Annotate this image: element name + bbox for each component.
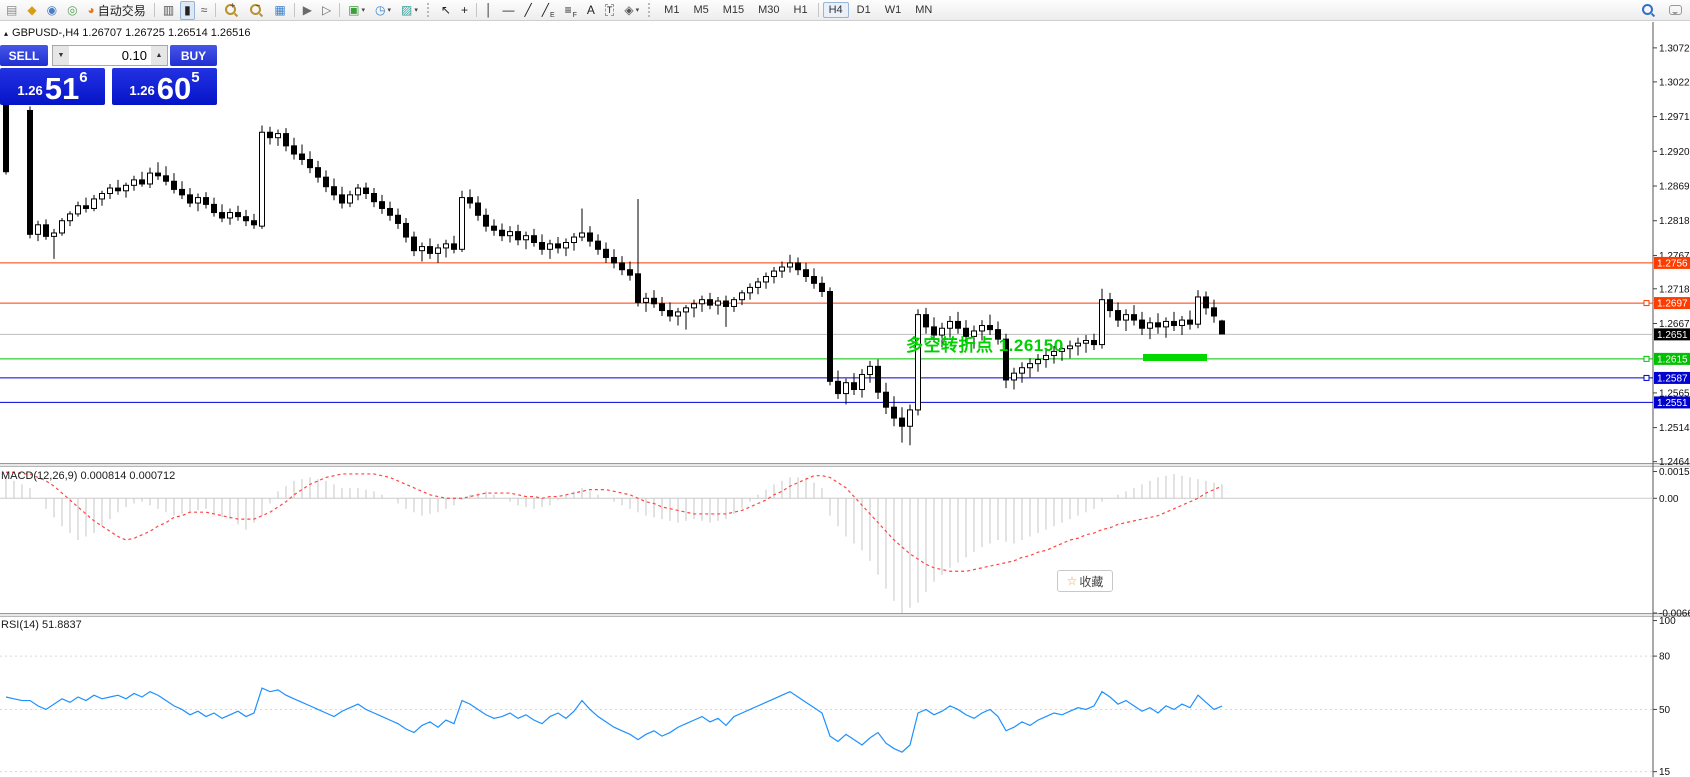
svg-text:1.2971: 1.2971 xyxy=(1659,112,1690,123)
svg-text:1.2818: 1.2818 xyxy=(1659,216,1690,227)
svg-text:80: 80 xyxy=(1659,652,1671,663)
svg-text:50: 50 xyxy=(1659,705,1671,716)
sell-price-big: 51 xyxy=(45,75,79,102)
sell-price-pip: 6 xyxy=(79,69,87,86)
sell-price-box[interactable]: 1.26516 xyxy=(0,68,105,105)
volume-stepper: ▼ ▲ xyxy=(52,45,168,66)
volume-decrease-button[interactable]: ▼ xyxy=(53,46,69,65)
one-click-trading-panel: SELL ▼ ▲ BUY 1.26516 1.26605 xyxy=(0,45,217,105)
svg-text:1.2514: 1.2514 xyxy=(1659,423,1690,434)
svg-text:1.3072: 1.3072 xyxy=(1659,43,1690,54)
volume-input[interactable] xyxy=(69,46,151,65)
rsi-label: RSI(14) 51.8837 xyxy=(1,619,82,631)
svg-text:1.2920: 1.2920 xyxy=(1659,147,1690,158)
buy-button[interactable]: BUY xyxy=(170,45,217,66)
sell-price-prefix: 1.26 xyxy=(17,83,42,98)
buy-price-box[interactable]: 1.26605 xyxy=(112,68,217,105)
svg-text:1.2551: 1.2551 xyxy=(1657,398,1688,409)
star-icon: ☆ xyxy=(1067,574,1078,588)
svg-text:15: 15 xyxy=(1659,767,1671,777)
svg-text:100: 100 xyxy=(1659,616,1676,627)
svg-text:1.2869: 1.2869 xyxy=(1659,182,1690,193)
buy-price-pip: 5 xyxy=(191,69,199,86)
svg-text:1.2718: 1.2718 xyxy=(1659,284,1690,295)
svg-text:1.2615: 1.2615 xyxy=(1657,354,1688,365)
svg-text:1.3022: 1.3022 xyxy=(1659,77,1690,88)
svg-text:1.2697: 1.2697 xyxy=(1657,299,1688,310)
svg-text:1.2756: 1.2756 xyxy=(1657,258,1688,269)
svg-text:1.2651: 1.2651 xyxy=(1657,330,1688,341)
mt4-window: ▤◆◉◎◕自动交易▥▮≈+−▦▶▷▣▾◷▾▨▾↖+│—╱╱E≡FAT◈▾M1M5… xyxy=(0,0,1690,777)
volume-increase-button[interactable]: ▲ xyxy=(151,46,167,65)
macd-label: MACD(12,26,9) 0.000814 0.000712 xyxy=(1,470,175,482)
svg-text:0.00154: 0.00154 xyxy=(1659,467,1690,478)
chart-canvas: 1.3072 1.3022 1.2971 1.2920 1.2869 1.2818 1.27… xyxy=(0,0,1690,777)
sell-button[interactable]: SELL xyxy=(0,45,48,66)
buy-price-big: 60 xyxy=(157,75,191,102)
buy-price-prefix: 1.26 xyxy=(129,83,154,98)
svg-text:1.2667: 1.2667 xyxy=(1659,319,1690,330)
favorite-text: 收藏 xyxy=(1079,573,1103,590)
annotation-text[interactable]: 多空转折点 1.26150 xyxy=(906,331,1064,356)
svg-text:1.2587: 1.2587 xyxy=(1657,373,1688,384)
favorite-label[interactable]: ☆ 收藏 xyxy=(1057,570,1113,592)
svg-text:0.00: 0.00 xyxy=(1659,494,1679,505)
